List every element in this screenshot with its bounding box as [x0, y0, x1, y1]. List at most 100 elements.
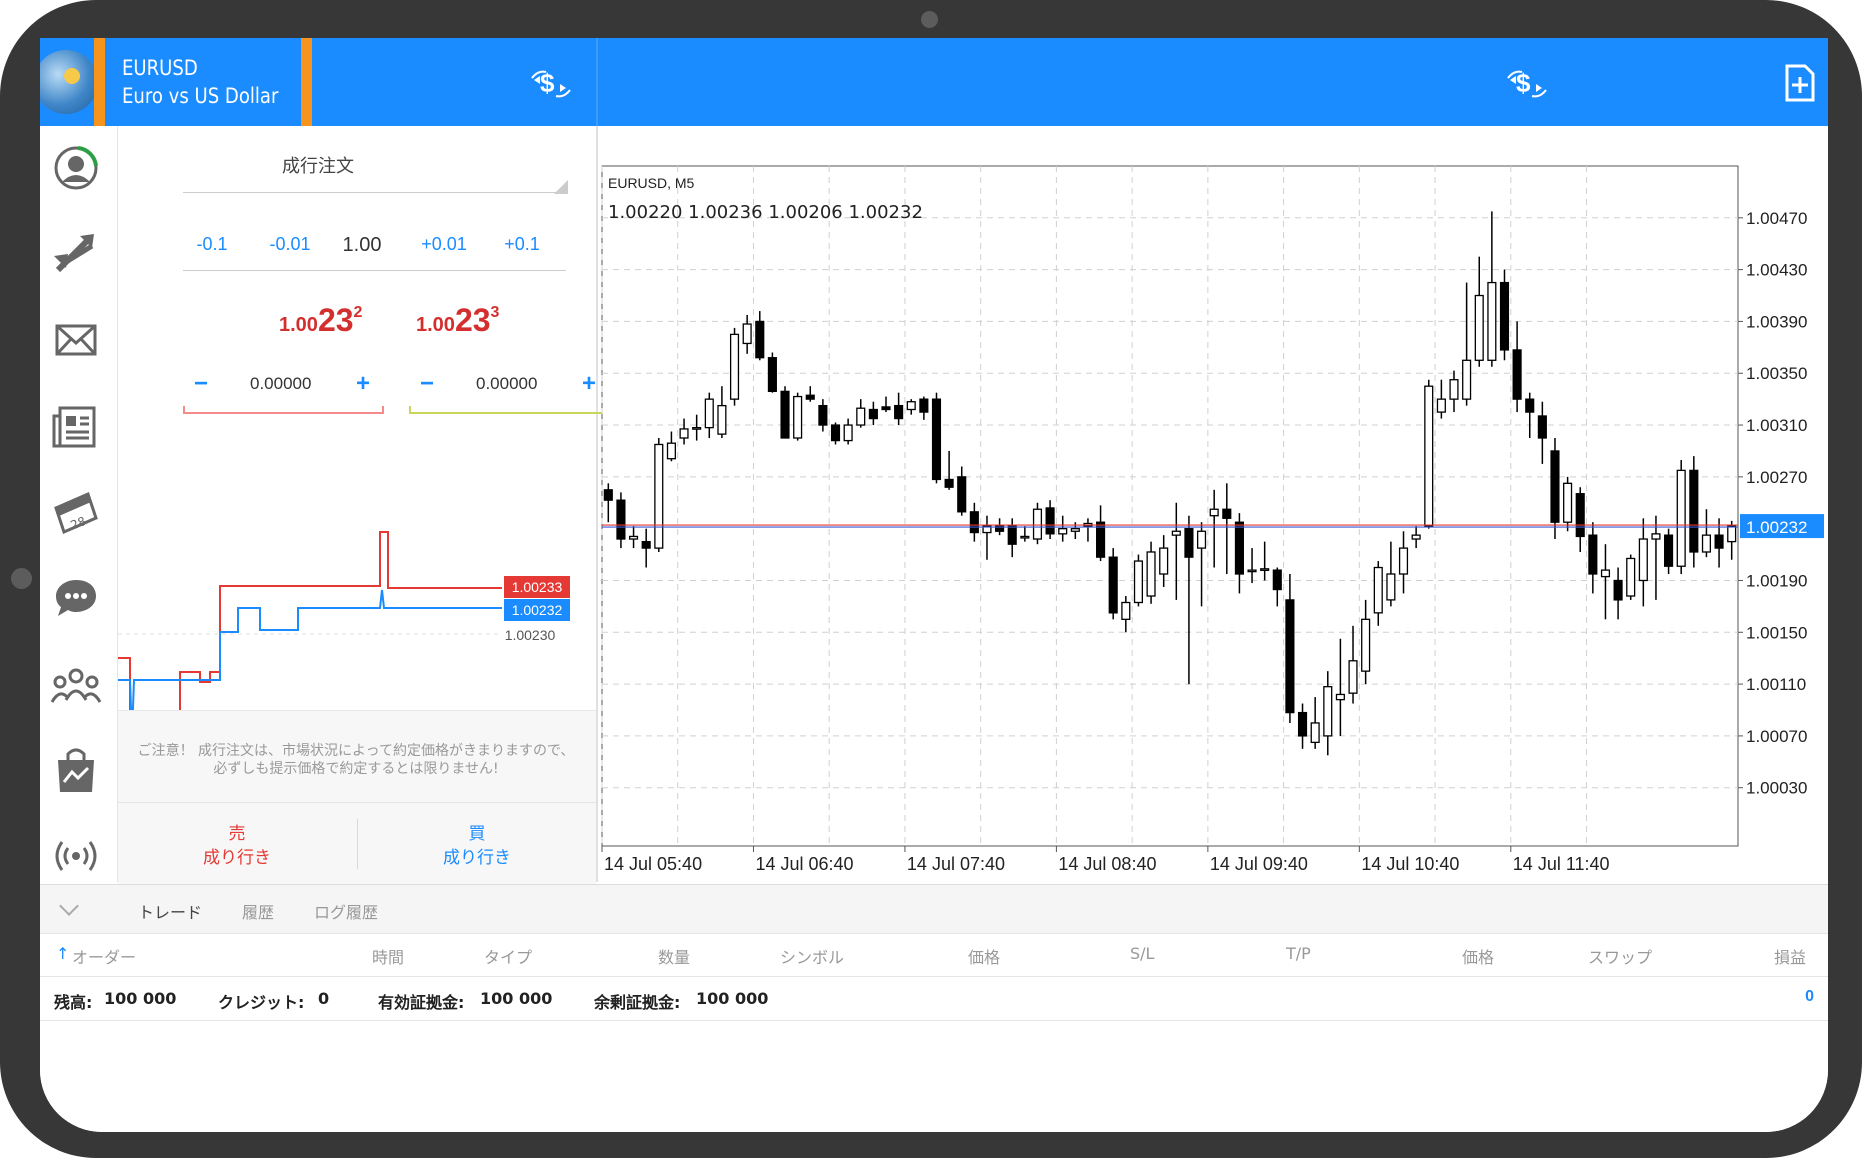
news-icon[interactable]	[44, 398, 108, 454]
tab-trade[interactable]: トレード	[138, 899, 202, 923]
bid-price-prefix: 1.00	[279, 314, 318, 336]
x-tick-label: 14 Jul 08:40	[1058, 854, 1156, 874]
col-profit[interactable]: 損益	[1774, 944, 1806, 968]
bullish-candle	[679, 428, 689, 439]
y-tick-label: 1.00470	[1746, 209, 1807, 228]
bullish-candle	[793, 395, 803, 439]
sell-by-market-button[interactable]: 売 成り行き	[118, 803, 356, 885]
credit-value: 0	[318, 989, 330, 1008]
tab-journal[interactable]: ログ履歴	[314, 899, 378, 923]
bullish-candle	[843, 424, 853, 442]
bearish-candle	[1714, 534, 1724, 549]
lot-volume-value[interactable]: 1.00	[332, 234, 392, 257]
col-volume[interactable]: 数量	[658, 944, 690, 968]
col-price[interactable]: 価格	[968, 944, 1000, 968]
take-profit-value[interactable]: 0.00000	[476, 374, 537, 394]
stop-loss-value[interactable]: 0.00000	[250, 374, 311, 394]
bearish-candle	[1007, 525, 1017, 545]
bullish-candle	[1032, 508, 1043, 540]
y-tick-label: 1.00430	[1746, 261, 1807, 280]
buy-by-market-button[interactable]: 買 成り行き	[358, 803, 596, 885]
account-icon[interactable]	[44, 140, 108, 196]
stop-loss-plus-button[interactable]: +	[356, 370, 370, 398]
col-time[interactable]: 時間	[372, 944, 404, 968]
y-tick-label: 1.00150	[1746, 623, 1807, 642]
bearish-candle	[1499, 281, 1510, 351]
bullish-candle	[1487, 281, 1497, 361]
order-type-selector[interactable]: 成行注文	[118, 152, 518, 178]
col-swap[interactable]: スワップ	[1588, 944, 1652, 968]
y-tick-label: 1.00190	[1746, 571, 1807, 590]
lot-plus-0.01-button[interactable]: +0.01	[414, 234, 474, 255]
bearish-candle	[919, 398, 929, 413]
ask-price-tag-label: 1.00233	[512, 579, 563, 595]
community-icon[interactable]	[44, 656, 108, 712]
bullish-candle	[1323, 686, 1333, 737]
col-type[interactable]: タイプ	[484, 944, 532, 968]
bullish-candle	[1196, 530, 1207, 549]
bullish-candle	[666, 442, 676, 460]
chevron-down-icon[interactable]	[59, 896, 79, 916]
currency-exchange-icon[interactable]: $	[1506, 66, 1552, 107]
bearish-candle	[944, 478, 954, 488]
tab-history[interactable]: 履歴	[242, 899, 274, 923]
lot-minus-0.1-button[interactable]: -0.1	[182, 234, 242, 255]
current-price-label: 1.00232	[1746, 518, 1807, 537]
col-sl[interactable]: S/L	[1130, 944, 1154, 963]
x-tick-label: 14 Jul 07:40	[907, 854, 1005, 874]
y-tick-label: 1.00310	[1746, 416, 1807, 435]
bullish-candle	[704, 398, 714, 429]
y-tick-label: 1.00070	[1746, 727, 1807, 746]
buy-label: 買	[468, 824, 486, 844]
col-symbol[interactable]: シンボル	[780, 944, 844, 968]
stop-loss-minus-button[interactable]: −	[194, 370, 208, 398]
y-tick-label: 1.00030	[1746, 779, 1807, 798]
total-profit-value: 0	[1805, 988, 1814, 1005]
trade-arrows-icon[interactable]	[44, 226, 108, 282]
bullish-candle	[1727, 525, 1737, 543]
bullish-candle	[1020, 535, 1030, 539]
bullish-candle	[1209, 508, 1219, 517]
take-profit-plus-button[interactable]: +	[582, 370, 596, 398]
top-bar: EURUSD Euro vs US Dollar $ $	[40, 38, 1828, 149]
take-profit-minus-button[interactable]: −	[420, 370, 434, 398]
metatrader-app-icon[interactable]	[40, 50, 98, 114]
lot-minus-0.01-button[interactable]: -0.01	[260, 234, 320, 255]
bearish-candle	[1272, 569, 1282, 591]
price-axis: 1.00470 1.00430 1.00390 1.00350 1.00310 1.002…	[1738, 209, 1824, 798]
col-tp[interactable]: T/P	[1286, 944, 1311, 963]
currency-exchange-icon[interactable]: $	[530, 66, 576, 107]
x-tick-label: 14 Jul 11:40	[1513, 854, 1610, 874]
bullish-candle	[1436, 398, 1446, 413]
bearish-candle	[931, 398, 942, 481]
signal-icon[interactable]	[44, 828, 108, 884]
chart-ohlc-label: 1.00220 1.00236 1.00206 1.00232	[608, 202, 923, 223]
bearish-candle	[1045, 507, 1055, 535]
bearish-candle	[780, 390, 790, 439]
sort-up-icon[interactable]: ↑	[56, 944, 69, 963]
bearish-candle	[1588, 534, 1598, 575]
lot-plus-0.1-button[interactable]: +0.1	[492, 234, 552, 255]
new-order-icon[interactable]	[1784, 64, 1816, 107]
bullish-candle	[1373, 566, 1383, 614]
price-chart[interactable]: 1.00470 1.00430 1.00390 1.00350 1.00310 1.002…	[598, 126, 1828, 884]
bearish-candle	[805, 394, 815, 400]
ask-price-big: 23	[454, 302, 491, 338]
market-bag-icon[interactable]	[44, 742, 108, 798]
ask-tick-line	[118, 531, 502, 713]
divider	[183, 270, 566, 271]
chat-icon[interactable]	[44, 570, 108, 626]
divider	[183, 192, 566, 193]
bullish-candle	[1070, 528, 1080, 532]
bearish-candle	[1550, 450, 1560, 523]
bullish-candle	[1474, 294, 1484, 361]
bullish-candle	[1159, 547, 1169, 575]
col-order[interactable]: オーダー	[72, 944, 136, 968]
bullish-candle	[1398, 547, 1409, 575]
mail-icon[interactable]	[44, 312, 108, 368]
col-current-price[interactable]: 価格	[1462, 944, 1494, 968]
dropdown-corner-icon	[554, 180, 568, 194]
calendar-icon[interactable]: 28	[44, 484, 108, 540]
bullish-candle	[1676, 469, 1686, 567]
bullish-candle	[1638, 538, 1648, 582]
